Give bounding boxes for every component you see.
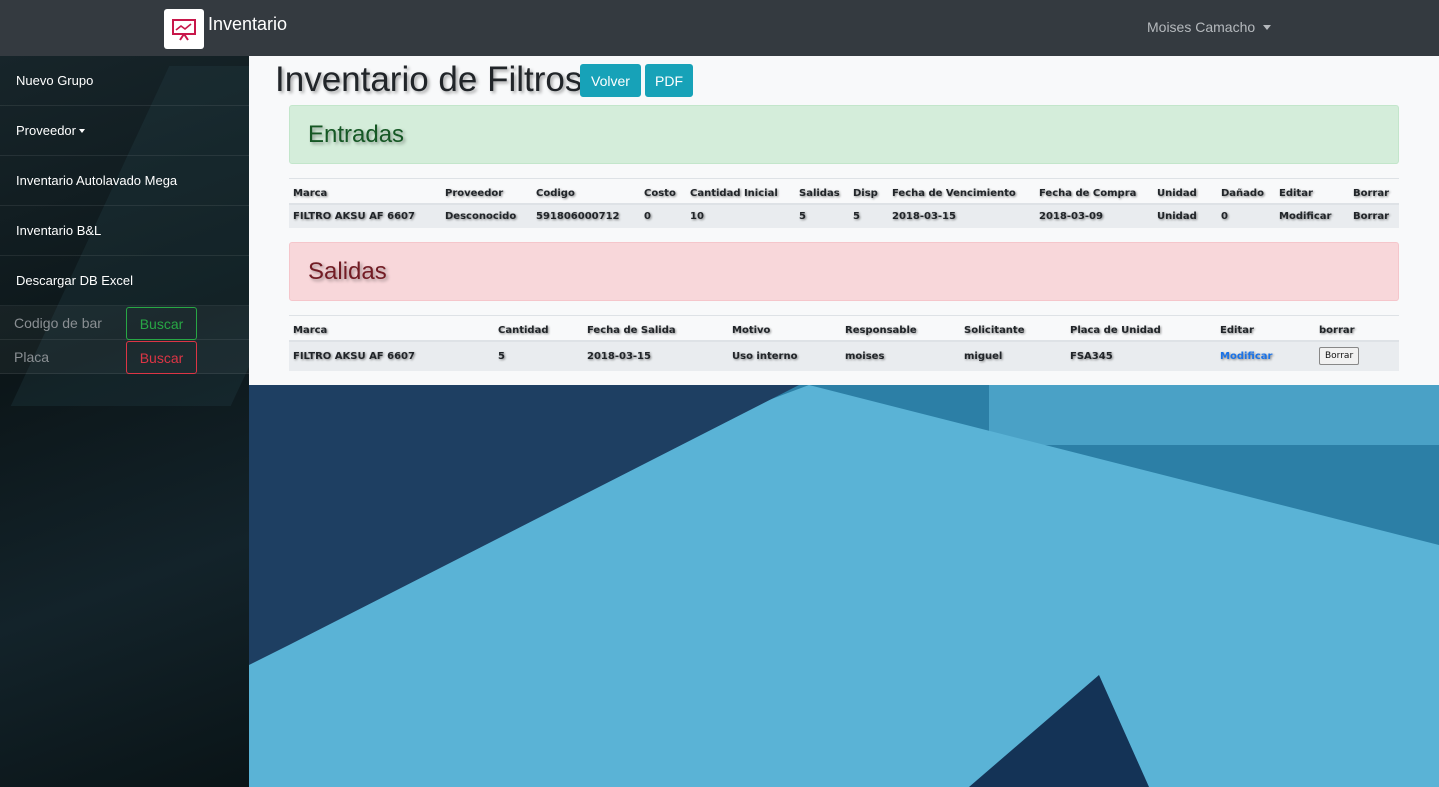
column-header: Borrar (1349, 178, 1399, 205)
modificar-link[interactable]: Modificar (1220, 351, 1272, 362)
main-content: Inventario de Filtros Volver PDF Entrada… (249, 56, 1439, 385)
table-cell: Uso interno (728, 340, 841, 371)
barcode-search-form: Buscar (0, 306, 249, 340)
salidas-table: Marca Cantidad Fecha de Salida Motivo Re… (289, 315, 1399, 371)
column-header: Marca (289, 315, 494, 342)
entradas-table: Marca Proveedor Codigo Costo Cantidad In… (289, 178, 1399, 228)
sidebar-item-proveedor[interactable]: Proveedor (0, 106, 249, 156)
borrar-button[interactable]: Borrar (1319, 347, 1360, 365)
table-cell: 5 (494, 340, 583, 371)
column-header: Marca (289, 178, 441, 205)
table-cell: Unidad (1153, 203, 1217, 228)
column-header: Responsable (841, 315, 960, 342)
table-cell: Desconocido (441, 203, 532, 228)
column-header: borrar (1315, 315, 1399, 342)
column-header: Motivo (728, 315, 841, 342)
sidebar-item-label: Inventario B&L (16, 223, 102, 238)
column-header: Fecha de Vencimiento (888, 178, 1035, 205)
table-cell: 5 (849, 203, 888, 228)
table-cell-editar: Modificar (1216, 340, 1315, 371)
caret-down-icon (78, 129, 85, 133)
column-header: Fecha de Salida (583, 315, 728, 342)
table-cell: 591806000712 (532, 203, 640, 228)
top-navbar: Inventario Moises Camacho (0, 0, 1439, 56)
column-header: Solicitante (960, 315, 1066, 342)
column-header: Cantidad (494, 315, 583, 342)
column-header: Proveedor (441, 178, 532, 205)
column-header: Cantidad Inicial (686, 178, 795, 205)
sidebar: Nuevo Grupo Proveedor Inventario Autolav… (0, 56, 249, 787)
sidebar-item-label: Nuevo Grupo (16, 73, 94, 88)
sidebar-item-label: Inventario Autolavado Mega (16, 173, 178, 188)
column-header: Editar (1216, 315, 1315, 342)
table-cell: FILTRO AKSU AF 6607 (289, 203, 441, 228)
table-cell: moises (841, 340, 960, 371)
table-cell: FSA345 (1066, 340, 1216, 371)
table-cell: 2018-03-15 (583, 340, 728, 371)
table-cell: FILTRO AKSU AF 6607 (289, 340, 494, 371)
barcode-search-input[interactable] (0, 307, 120, 339)
table-header-row: Marca Proveedor Codigo Costo Cantidad In… (289, 178, 1399, 205)
table-row: FILTRO AKSU AF 6607 Desconocido 59180600… (289, 203, 1399, 228)
column-header: Codigo (532, 178, 640, 205)
column-header: Dañado (1217, 178, 1275, 205)
table-cell-borrar: Borrar (1315, 340, 1399, 371)
table-header-row: Marca Cantidad Fecha de Salida Motivo Re… (289, 315, 1399, 342)
sidebar-item-nuevo-grupo[interactable]: Nuevo Grupo (0, 56, 249, 106)
user-menu[interactable]: Moises Camacho (1147, 19, 1272, 35)
borrar-link[interactable]: Borrar (1349, 203, 1399, 228)
caret-down-icon (1263, 24, 1272, 30)
presentation-chart-icon[interactable] (164, 9, 204, 49)
table-cell: 10 (686, 203, 795, 228)
column-header: Costo (640, 178, 686, 205)
table-cell: 5 (795, 203, 849, 228)
pdf-button[interactable]: PDF (645, 64, 693, 97)
table-cell: 0 (1217, 203, 1275, 228)
barcode-search-button[interactable]: Buscar (126, 307, 197, 340)
sidebar-item-inventario-bl[interactable]: Inventario B&L (0, 206, 249, 256)
volver-button[interactable]: Volver (580, 64, 641, 97)
sidebar-item-descargar-excel[interactable]: Descargar DB Excel (0, 256, 249, 306)
sidebar-item-label: Descargar DB Excel (16, 273, 134, 288)
plate-search-input[interactable] (0, 341, 120, 373)
sidebar-item-label: Proveedor (16, 123, 76, 138)
user-name: Moises Camacho (1147, 19, 1256, 35)
plate-search-button[interactable]: Buscar (126, 341, 197, 374)
column-header: Unidad (1153, 178, 1217, 205)
column-header: Placa de Unidad (1066, 315, 1216, 342)
table-row: FILTRO AKSU AF 6607 5 2018-03-15 Uso int… (289, 340, 1399, 371)
page-title: Inventario de Filtros (275, 60, 583, 99)
table-cell: 2018-03-09 (1035, 203, 1153, 228)
table-cell: 2018-03-15 (888, 203, 1035, 228)
salidas-heading: Salidas (289, 242, 1399, 301)
column-header: Salidas (795, 178, 849, 205)
table-cell: 0 (640, 203, 686, 228)
sidebar-item-inventario-autolavado[interactable]: Inventario Autolavado Mega (0, 156, 249, 206)
column-header: Disp (849, 178, 888, 205)
column-header: Editar (1275, 178, 1349, 205)
modificar-link[interactable]: Modificar (1275, 203, 1349, 228)
plate-search-form: Buscar (0, 340, 249, 374)
table-cell: miguel (960, 340, 1066, 371)
background-image (249, 385, 1439, 787)
brand-title[interactable]: Inventario (208, 14, 287, 35)
entradas-heading: Entradas (289, 105, 1399, 164)
column-header: Fecha de Compra (1035, 178, 1153, 205)
